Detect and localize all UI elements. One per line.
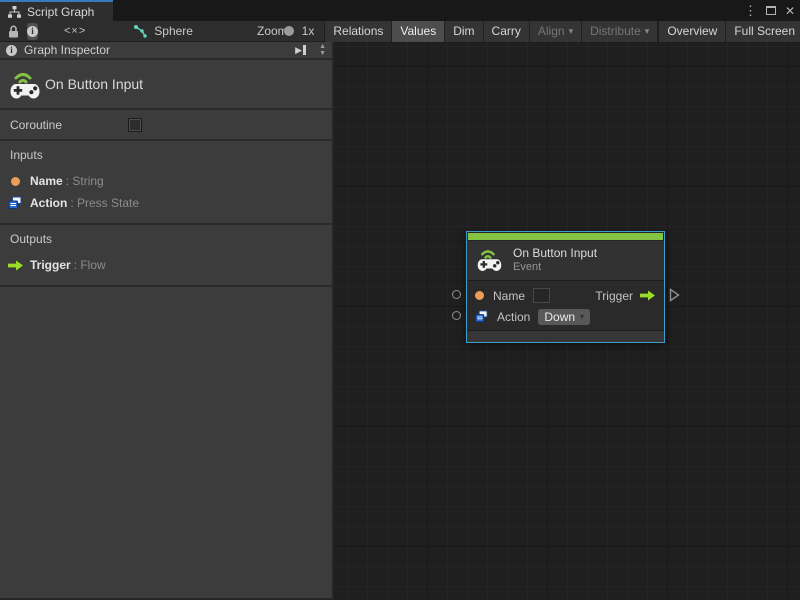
port-name: Name xyxy=(30,174,63,188)
window-menu-icon[interactable]: ⋮ xyxy=(744,3,757,19)
name-port-row: Name Trigger xyxy=(467,285,664,306)
chevron-down-icon: ▾ xyxy=(580,312,585,321)
graph-canvas[interactable]: On Button Input Event Name Trigger Actio… xyxy=(334,42,800,600)
graph-toolbar: i <×> Sphere Zoom 1x Relations Values Di… xyxy=(0,20,800,42)
carry-button[interactable]: Carry xyxy=(482,20,529,42)
port-name: Action xyxy=(30,196,68,210)
maximize-icon[interactable] xyxy=(765,6,776,15)
string-port-icon xyxy=(10,176,20,186)
toolbar-button-group: Relations Values Dim Carry Align ▾ Distr… xyxy=(324,20,659,42)
chevron-down-icon: ▾ xyxy=(644,25,650,36)
input-port-row: Action : Press State xyxy=(0,192,332,214)
action-dropdown-value: Down xyxy=(544,309,576,324)
spin-down-icon[interactable]: ▼ xyxy=(319,50,326,57)
gamepad-icon xyxy=(9,69,41,104)
node-footer xyxy=(467,330,664,342)
inputs-title: Inputs xyxy=(10,148,43,162)
output-port-row: Trigger : Flow xyxy=(0,254,332,276)
window-controls: ⋮ ✕ xyxy=(744,0,795,21)
lock-icon[interactable] xyxy=(8,25,19,38)
info-icon: i xyxy=(6,44,17,56)
inspector-toggle-button[interactable]: i xyxy=(27,22,38,40)
action-port-row: Action Down ▾ xyxy=(467,306,664,327)
inputs-section: Inputs Name : String Action : Press Stat… xyxy=(0,141,332,225)
port-type: : Press State xyxy=(70,196,140,210)
output-connector-triangle[interactable] xyxy=(669,288,680,302)
coroutine-checkbox[interactable] xyxy=(128,118,142,132)
close-icon[interactable]: ✕ xyxy=(785,4,795,18)
dim-button[interactable]: Dim xyxy=(444,20,483,42)
action-port-label: Action xyxy=(497,309,531,324)
relations-button[interactable]: Relations xyxy=(324,20,392,42)
name-port-label: Name xyxy=(493,288,526,303)
unity-visual-scripting-window: Script Graph ⋮ ✕ i <×> Sphere Zoom 1x Re… xyxy=(0,0,800,600)
graph-ref-label: Sphere xyxy=(154,24,193,38)
gamepad-icon xyxy=(477,249,502,271)
flow-port-icon xyxy=(7,260,23,270)
spin-up-icon[interactable]: ▲ xyxy=(319,43,326,50)
input-port-row: Name : String xyxy=(0,170,332,192)
zoom-slider-handle[interactable] xyxy=(283,26,294,36)
graph-inspector-header: i Graph Inspector ▶ ▲ ▼ xyxy=(0,42,332,60)
tab-bar: Script Graph ⋮ ✕ xyxy=(0,0,800,21)
enum-port-icon[interactable] xyxy=(475,310,488,323)
event-color-bar xyxy=(468,233,663,240)
string-port-icon[interactable] xyxy=(475,291,484,300)
input-connector-circle[interactable] xyxy=(452,311,461,320)
unit-title: On Button Input xyxy=(45,76,144,92)
name-input-field[interactable] xyxy=(533,288,551,303)
graph-reference[interactable]: Sphere xyxy=(134,24,193,38)
view-button-group: Overview Full Screen xyxy=(658,20,800,42)
unit-header: On Button Input xyxy=(0,60,332,110)
distribute-dropdown[interactable]: Distribute ▾ xyxy=(581,20,659,42)
enum-port-icon xyxy=(8,196,22,209)
full-screen-button[interactable]: Full Screen xyxy=(725,20,800,42)
tab-label: Script Graph xyxy=(27,4,95,19)
info-icon: i xyxy=(27,25,38,37)
port-name: Trigger xyxy=(30,258,71,272)
tab-script-graph[interactable]: Script Graph xyxy=(0,0,113,21)
panel-scroll-spinner[interactable]: ▲ ▼ xyxy=(319,43,326,57)
graph-inspector-panel: i Graph Inspector ▶ ▲ ▼ On Button Input … xyxy=(0,42,334,600)
coroutine-row: Coroutine xyxy=(0,110,332,141)
zoom-value: 1x xyxy=(301,24,315,38)
graph-ref-icon xyxy=(134,24,147,38)
graph-inspector-title: Graph Inspector xyxy=(24,43,111,57)
values-button[interactable]: Values xyxy=(391,20,445,42)
port-type: : Flow xyxy=(73,258,106,272)
outputs-section: Outputs Trigger : Flow xyxy=(0,225,332,287)
node-header[interactable]: On Button Input Event xyxy=(467,241,664,280)
on-button-input-node[interactable]: On Button Input Event Name Trigger Actio… xyxy=(452,231,680,343)
node-body: Name Trigger Action Down ▾ xyxy=(467,280,664,330)
flow-port-icon[interactable] xyxy=(639,290,656,301)
script-graph-icon xyxy=(8,5,21,18)
code-view-icon[interactable]: <×> xyxy=(64,25,86,37)
coroutine-label: Coroutine xyxy=(10,117,63,132)
overview-button[interactable]: Overview xyxy=(658,20,726,42)
align-dropdown[interactable]: Align ▾ xyxy=(528,20,582,42)
node-title: On Button Input xyxy=(513,246,598,260)
node-subtitle: Event xyxy=(513,261,542,273)
dock-inspector-icon[interactable]: ▶ xyxy=(295,45,307,56)
action-dropdown[interactable]: Down ▾ xyxy=(538,308,591,325)
input-connector-circle[interactable] xyxy=(452,290,461,299)
port-type: : String xyxy=(65,174,104,188)
trigger-port-label: Trigger xyxy=(595,288,633,303)
chevron-down-icon: ▾ xyxy=(568,25,574,36)
outputs-title: Outputs xyxy=(10,232,53,246)
